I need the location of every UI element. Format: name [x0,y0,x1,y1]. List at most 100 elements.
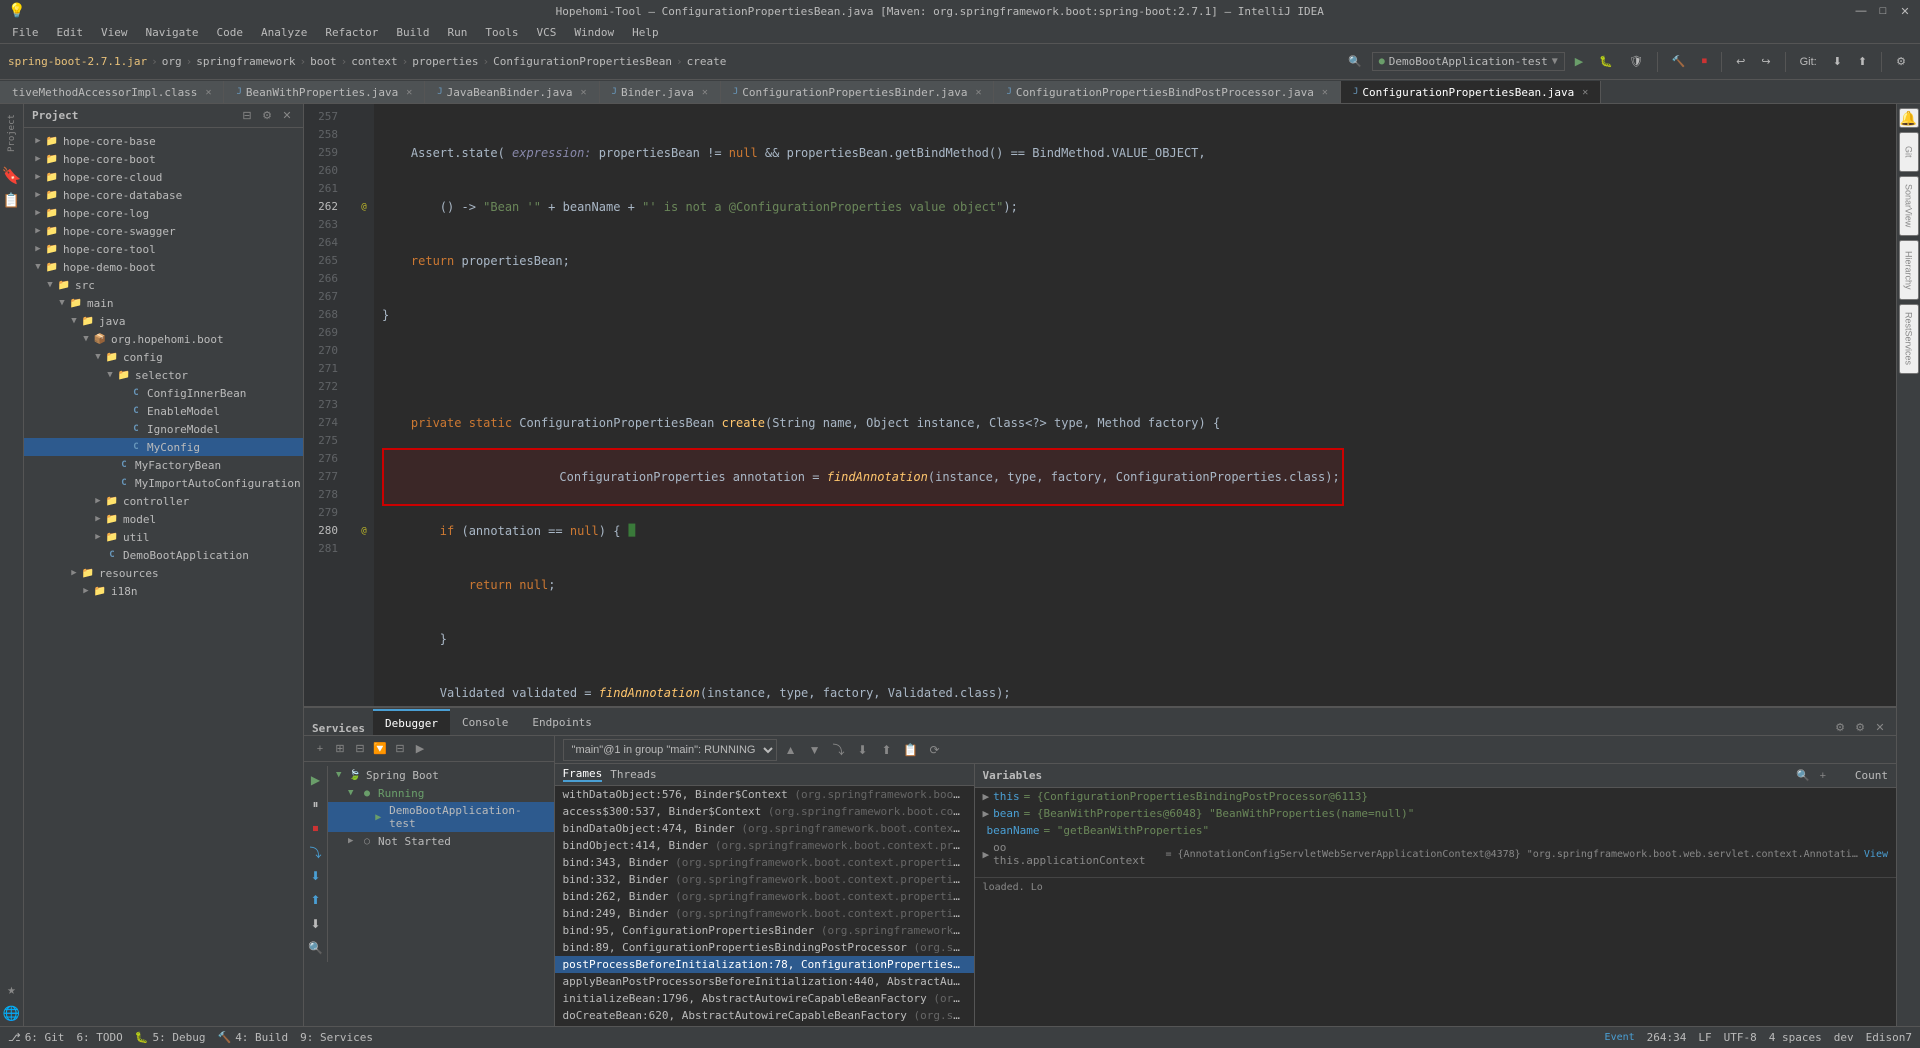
tree-item-main[interactable]: ▼ 📁 main [24,294,303,312]
status-position[interactable]: 264:34 [1647,1031,1687,1044]
minimize-button[interactable]: — [1854,4,1868,18]
sonar-btn[interactable]: SonarView [1899,176,1919,236]
frame-11[interactable]: postProcessBeforeInitialization:78, Conf… [555,956,974,973]
tab-endpoints[interactable]: Endpoints [520,709,604,735]
debug-button[interactable]: 🐛 [1593,50,1619,74]
frame-1[interactable]: withDataObject:576, Binder$Context (org.… [555,786,974,803]
thread-step-up[interactable]: ▲ [781,740,801,760]
tree-item-demobootapp[interactable]: C DemoBootApplication [24,546,303,564]
hierarchy-btn[interactable]: Hierarchy [1899,240,1919,300]
tree-item-i18n[interactable]: ▶ 📁 i18n [24,582,303,600]
frame-9[interactable]: bind:95, ConfigurationPropertiesBinder (… [555,922,974,939]
menu-help[interactable]: Help [624,24,667,41]
menu-navigate[interactable]: Navigate [138,24,207,41]
git-sidebar-btn[interactable]: Git [1899,132,1919,172]
tab-binder-close[interactable]: ✕ [702,87,708,98]
notifications-btn[interactable]: 🔔 [1899,108,1919,128]
tree-item-myimport[interactable]: C MyImportAutoConfiguration [24,474,303,492]
menu-view[interactable]: View [93,24,136,41]
pause-btn[interactable]: ⏸ [306,794,326,814]
vcs-update-btn[interactable]: ⬇ [1827,50,1848,74]
tab-debugger[interactable]: Debugger [373,709,450,735]
exec-btn[interactable]: ▶ [412,741,428,757]
breadcrumb-org[interactable]: org [162,55,182,68]
var-this[interactable]: ▶ this = {ConfigurationPropertiesBinding… [975,788,1896,805]
tree-item-hope-core-tool[interactable]: ▶ 📁 hope-core-tool [24,240,303,258]
git-btn[interactable]: Git: [1794,50,1823,74]
frame-10[interactable]: bind:89, ConfigurationPropertiesBindingP… [555,939,974,956]
tree-item-model[interactable]: ▶ 📁 model [24,510,303,528]
redo-btn[interactable]: ↪ [1755,50,1776,74]
status-build[interactable]: 🔨 4: Build [217,1031,288,1044]
var-bean[interactable]: ▶ bean = {BeanWithProperties@6048} "Bean… [975,805,1896,822]
tree-item-package[interactable]: ▼ 📦 org.hopehomi.boot [24,330,303,348]
tab-javabeanbinder-close[interactable]: ✕ [581,87,587,98]
tree-item-myfactorybean[interactable]: C MyFactoryBean [24,456,303,474]
frame-6[interactable]: bind:332, Binder (org.springframework.bo… [555,871,974,888]
tree-item-hope-core-swagger[interactable]: ▶ 📁 hope-core-swagger [24,222,303,240]
var-appcontext[interactable]: ▶ oo this.applicationContext = {Annotati… [975,839,1896,869]
menu-vcs[interactable]: VCS [528,24,564,41]
tree-item-controller[interactable]: ▶ 📁 controller [24,492,303,510]
bottom-settings-btn[interactable]: ⚙ [1832,719,1848,735]
tab-binder[interactable]: J Binder.java ✕ [600,81,721,103]
step-out-btn[interactable]: ⬆ [306,890,326,910]
menu-file[interactable]: File [4,24,47,41]
breadcrumb-springframework[interactable]: springframework [196,55,295,68]
frame-14[interactable]: doCreateBean:620, AbstractAutowireCapabl… [555,1007,974,1024]
menu-refactor[interactable]: Refactor [317,24,386,41]
status-user[interactable]: Edison7 [1866,1031,1912,1044]
search-everywhere-btn[interactable]: 🔍 [1342,50,1368,74]
status-indent[interactable]: 4 spaces [1769,1031,1822,1044]
service-notstarted[interactable]: ▶ ○ Not Started [328,832,554,850]
menu-code[interactable]: Code [208,24,251,41]
step-into-btn[interactable]: ⬇ [306,866,326,886]
menu-run[interactable]: Run [439,24,475,41]
tab-javabeanbinder[interactable]: J JavaBeanBinder.java ✕ [425,81,599,103]
status-services[interactable]: 9: Services [300,1031,373,1044]
run-button[interactable]: ▶ [1569,50,1589,74]
thread-step-down[interactable]: ▼ [805,740,825,760]
run-coverage-btn[interactable]: 🛡 [1623,50,1649,74]
expand-all-btn[interactable]: ⊞ [332,741,348,757]
frame-2[interactable]: access$300:537, Binder$Context (org.spri… [555,803,974,820]
service-springboot[interactable]: ▼ 🍃 Spring Boot [328,766,554,784]
view-link[interactable]: View [1864,849,1888,860]
menu-edit[interactable]: Edit [49,24,92,41]
status-debug[interactable]: 🐛 5: Debug [135,1031,206,1044]
tab-configpropspostproc[interactable]: J ConfigurationPropertiesBindPostProcess… [994,81,1340,103]
bottom-options-btn[interactable]: ⚙ [1852,719,1868,735]
status-lf[interactable]: LF [1698,1031,1711,1044]
thread-step-into2[interactable]: ⬇ [853,740,873,760]
run-config-selector[interactable]: ● DemoBootApplication-test ▼ [1372,52,1565,71]
maximize-button[interactable]: □ [1876,4,1890,18]
frame-13[interactable]: initializeBean:1796, AbstractAutowireCap… [555,990,974,1007]
collapse-all-btn[interactable]: ⊟ [239,108,255,124]
breadcrumb-boot[interactable]: boot [310,55,337,68]
project-jar-label[interactable]: spring-boot-2.7.1.jar [8,55,147,68]
stop-btn[interactable]: ⏹ [1696,50,1714,74]
tab-configpropspostproc-close[interactable]: ✕ [1322,87,1328,98]
menu-analyze[interactable]: Analyze [253,24,315,41]
var-beanname[interactable]: beanName = "getBeanWithProperties" [975,822,1896,839]
group-btn[interactable]: ⊟ [392,741,408,757]
tab-console[interactable]: Console [450,709,520,735]
tab-accessor-close[interactable]: ✕ [205,87,211,98]
close-panel-btn[interactable]: ✕ [279,108,295,124]
tree-item-hope-core-log[interactable]: ▶ 📁 hope-core-log [24,204,303,222]
settings-panel-btn[interactable]: ⚙ [259,108,275,124]
tree-item-myconfig[interactable]: C MyConfig [24,438,303,456]
vcs-push-btn[interactable]: ⬆ [1852,50,1873,74]
thread-copy-btn[interactable]: 📋 [901,740,921,760]
tree-item-hope-core-database[interactable]: ▶ 📁 hope-core-database [24,186,303,204]
sidebar-structure-icon[interactable]: 📋 [3,193,20,209]
threads-tab[interactable]: Threads [610,768,656,781]
run-to-cursor-btn[interactable]: ⬇ [306,914,326,934]
service-democapp[interactable]: ▶ DemoBootApplication-test [328,802,554,832]
thread-step-over2[interactable]: ⤵ [829,740,849,760]
tab-configpropsbean-close[interactable]: ✕ [1582,87,1588,98]
step-over-btn[interactable]: ⤵ [306,842,326,862]
service-running[interactable]: ▼ ● Running [328,784,554,802]
tree-item-util[interactable]: ▶ 📁 util [24,528,303,546]
add-service-btn[interactable]: + [312,741,328,757]
